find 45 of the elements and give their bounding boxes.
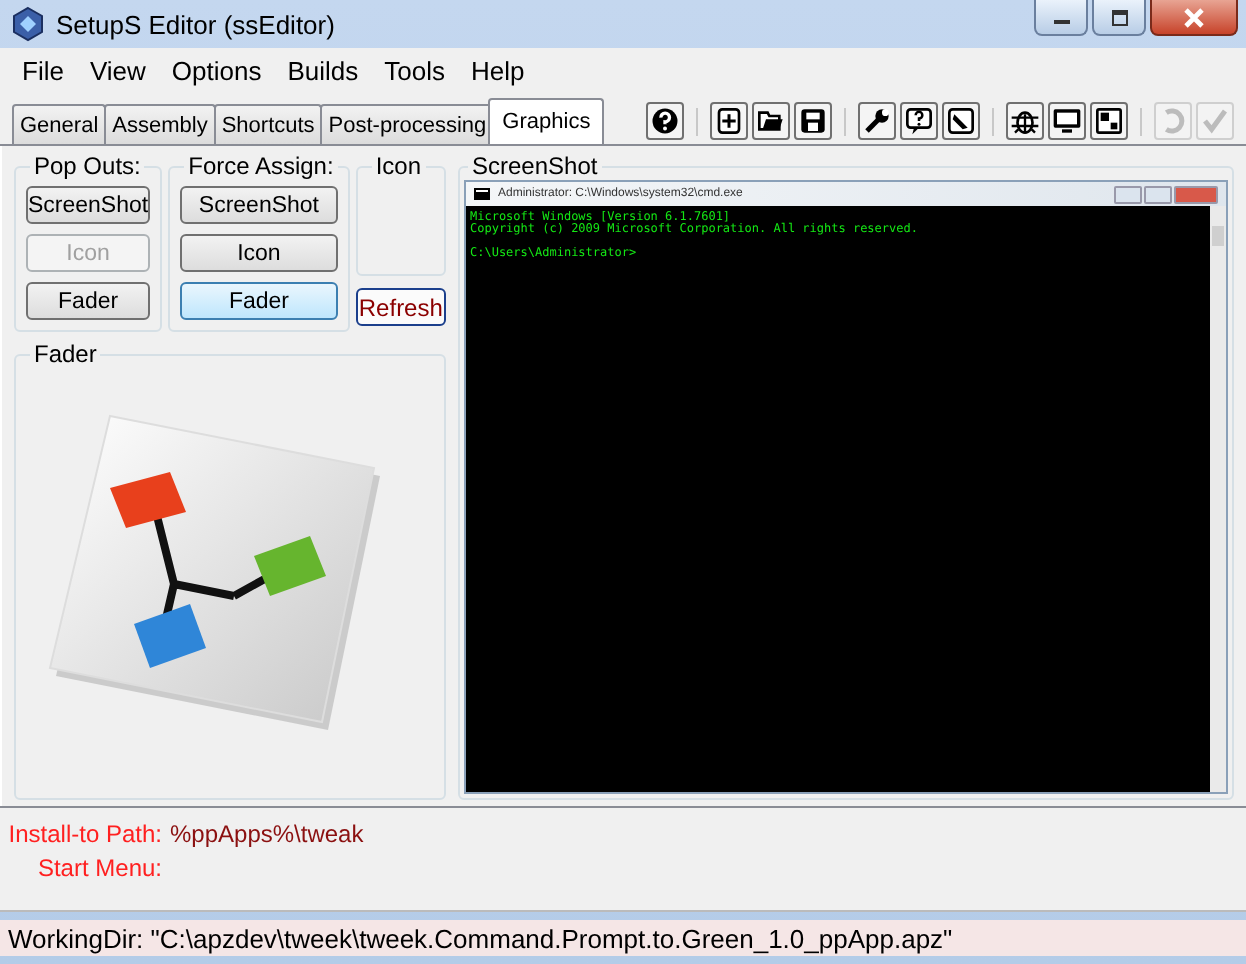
window-title: SetupS Editor (ssEditor) <box>56 9 335 39</box>
open-icon[interactable] <box>752 102 790 140</box>
menu-item[interactable]: Options <box>161 55 278 85</box>
tab[interactable]: Shortcuts <box>213 104 323 144</box>
action-button[interactable]: Fader <box>180 282 338 320</box>
action-button[interactable]: Fader <box>26 282 151 320</box>
grid-icon[interactable] <box>1090 102 1128 140</box>
menu-item[interactable]: File <box>12 55 80 85</box>
group-title: Pop Outs: <box>32 152 143 180</box>
new-icon[interactable] <box>710 102 748 140</box>
maximize-icon <box>1109 9 1129 25</box>
console-icon <box>474 188 490 200</box>
save-icon[interactable] <box>794 102 832 140</box>
action-button[interactable]: Icon <box>180 234 338 272</box>
tab[interactable]: Graphics <box>488 98 605 144</box>
tab[interactable]: General <box>12 104 107 144</box>
minimize-icon <box>1114 185 1142 203</box>
maximize-icon <box>1144 185 1172 203</box>
group-title: Fader <box>32 340 99 368</box>
maximize-button[interactable] <box>1092 0 1146 36</box>
minimize-button[interactable] <box>1034 0 1088 36</box>
close-button[interactable] <box>1150 0 1238 36</box>
menu-item[interactable]: Help <box>461 55 541 85</box>
wrench-icon[interactable] <box>858 102 896 140</box>
status-bar: WorkingDir: "C:\apzdev\tweek\tweek.Command.Prompt.to.Green_1.0_ppApp.apz" <box>0 920 1246 956</box>
edit-icon[interactable] <box>942 102 980 140</box>
tab[interactable]: Assembly <box>104 104 216 144</box>
refresh-button[interactable]: Refresh <box>355 288 446 326</box>
close-icon <box>1174 185 1218 203</box>
action-button[interactable]: ScreenShot <box>26 186 151 224</box>
group-title: Icon <box>373 152 423 180</box>
field-label: Install-to Path: <box>6 820 162 848</box>
group-title: ScreenShot <box>470 152 600 180</box>
monitor-icon[interactable] <box>1048 102 1086 140</box>
app-icon <box>12 6 44 42</box>
menu-item[interactable]: Builds <box>277 55 375 85</box>
action-button[interactable]: ScreenShot <box>180 186 338 224</box>
close-icon <box>1182 7 1206 27</box>
field-value: %ppApps%\tweak <box>170 820 364 848</box>
field-label: Start Menu: <box>35 854 162 882</box>
group-title: Force Assign: <box>186 152 336 180</box>
help-icon[interactable] <box>646 102 684 140</box>
menu-item[interactable]: Tools <box>374 55 461 85</box>
question-icon[interactable] <box>900 102 938 140</box>
menu-item[interactable]: View <box>79 55 162 85</box>
